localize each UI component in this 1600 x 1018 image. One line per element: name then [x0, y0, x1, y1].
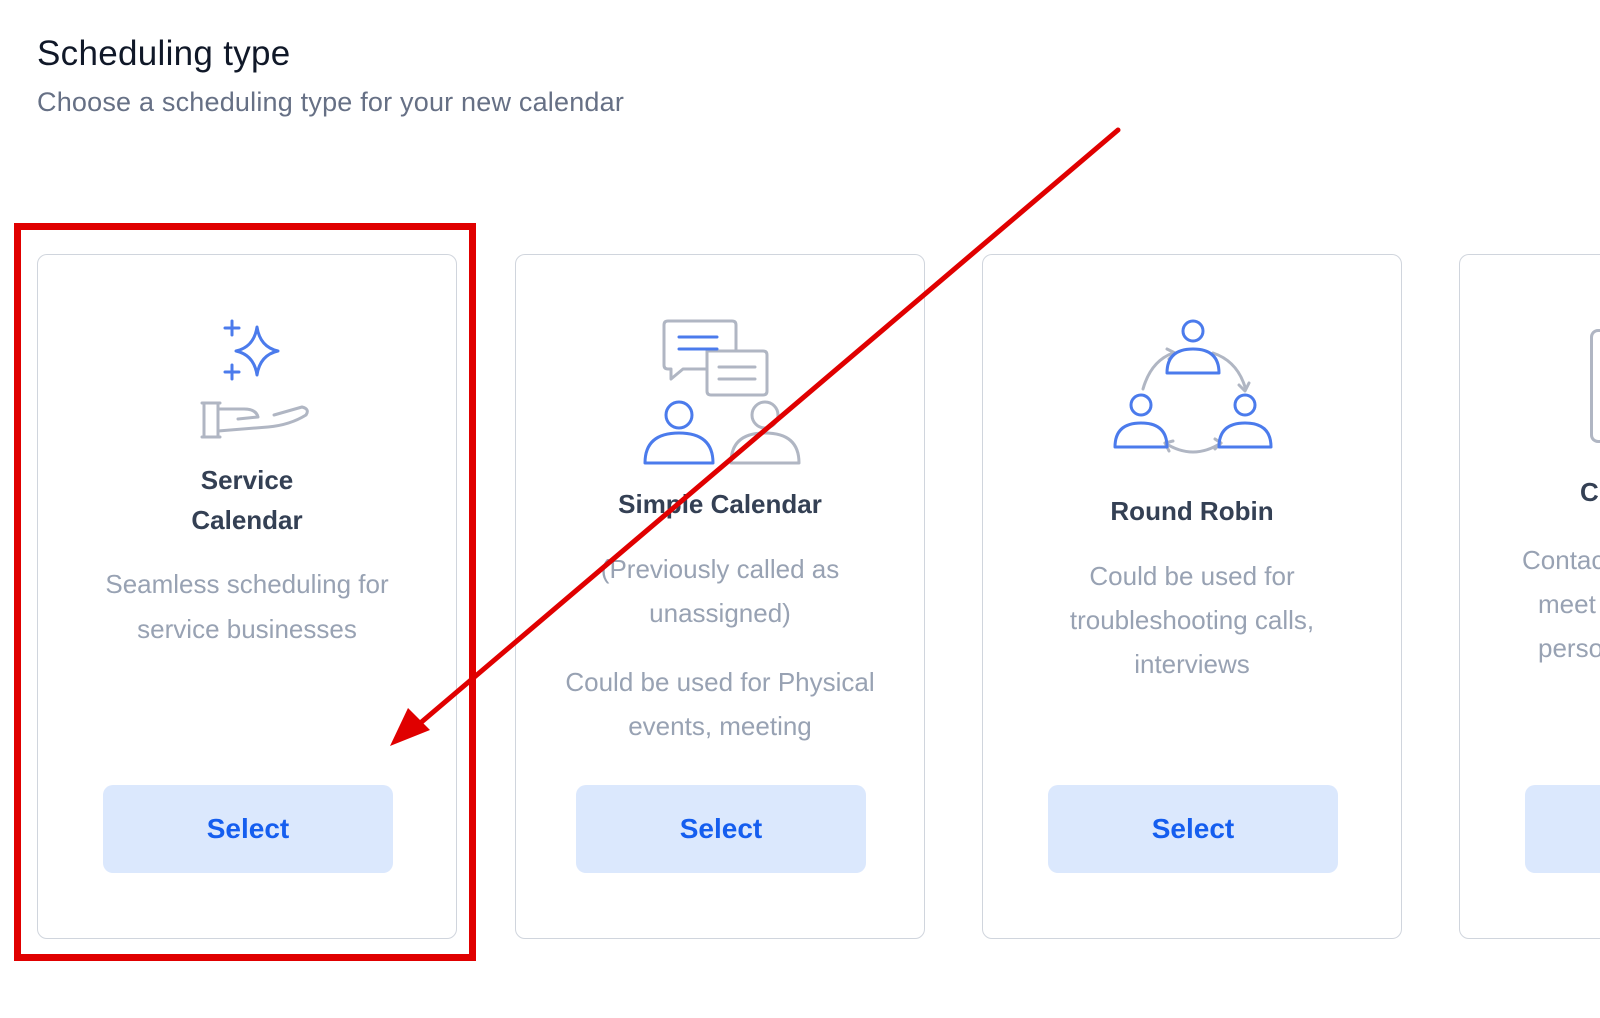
card-title-line1: Service	[200, 465, 294, 495]
select-button-round-robin[interactable]: Select	[1048, 785, 1338, 873]
card-desc-line3: Could be used for Physical	[565, 667, 875, 697]
card-title: Round Robin	[1110, 496, 1274, 526]
card-desc-line1: Contac	[1522, 545, 1600, 575]
card-desc-line2: service businesses	[137, 614, 357, 644]
select-button-service-calendar[interactable]: Select	[103, 785, 393, 873]
page-subtitle: Choose a scheduling type for your new ca…	[37, 87, 625, 117]
card-title: Simple Calendar	[618, 489, 822, 519]
card-desc-line3: interviews	[1134, 649, 1250, 679]
card-simple-calendar[interactable]: Simple Calendar (Previously called as un…	[515, 254, 925, 939]
card-desc-line1: Seamless scheduling for	[105, 569, 389, 599]
select-button-partial[interactable]	[1525, 785, 1600, 873]
sparkle-hand-icon	[38, 315, 456, 445]
card-title-line2: Calendar	[191, 505, 303, 535]
card-desc-line3: perso	[1538, 633, 1600, 663]
select-button-simple-calendar[interactable]: Select	[576, 785, 866, 873]
card-desc-line4: events, meeting	[628, 711, 812, 741]
card-desc-line2: troubleshooting calls,	[1069, 605, 1315, 635]
page-title: Scheduling type	[37, 34, 291, 73]
card-round-robin[interactable]: Round Robin Could be used for troublesho…	[982, 254, 1402, 939]
round-robin-people-icon	[983, 317, 1401, 467]
card-partial[interactable]: C Contac meet perso	[1459, 254, 1600, 939]
card-desc-line2: unassigned)	[649, 598, 791, 628]
card-desc-line1: (Previously called as	[600, 554, 840, 584]
chat-people-icon	[516, 317, 924, 467]
card-title-partial: C	[1580, 477, 1599, 507]
card-service-calendar[interactable]: Service Calendar Seamless scheduling for…	[37, 254, 457, 939]
partial-icon	[1590, 329, 1600, 443]
card-desc-line2: meet	[1538, 589, 1596, 619]
scheduling-type-page: Scheduling type Choose a scheduling type…	[0, 0, 1600, 1018]
card-desc-line1: Could be used for	[1089, 561, 1295, 591]
